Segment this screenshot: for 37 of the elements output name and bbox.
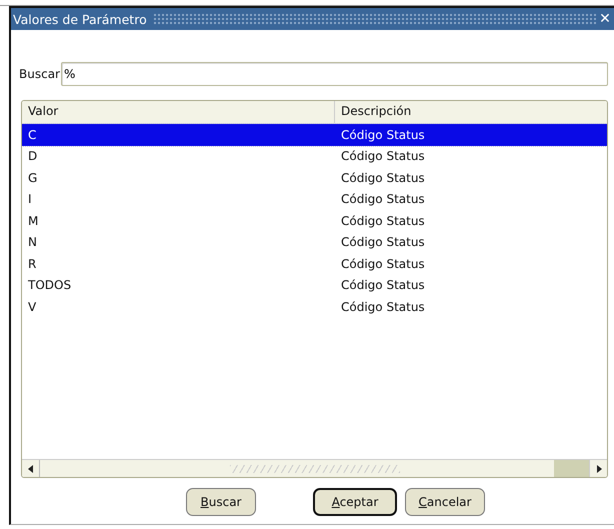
- table-cell-text: Código Status: [340, 235, 426, 250]
- list-row[interactable]: R Código Status: [22, 253, 607, 274]
- horizontal-scrollbar[interactable]: [22, 459, 607, 477]
- list-row[interactable]: V Código Status: [22, 296, 607, 318]
- table-cell-text: N: [27, 235, 38, 250]
- table-cell-text: M: [27, 214, 40, 228]
- search-label: Buscar: [19, 67, 61, 81]
- scroll-thumb[interactable]: [554, 460, 589, 477]
- table-cell-text: TODOS: [27, 278, 72, 292]
- table-cell-text: C: [27, 128, 38, 142]
- list-row[interactable]: D Código Status: [22, 146, 607, 167]
- dialog-button[interactable]: Buscar: [186, 488, 256, 516]
- table-cell-text: Código Status: [340, 278, 426, 292]
- table-cell-text: Código Status: [340, 128, 426, 142]
- table-cell-text: G: [27, 170, 38, 185]
- list-row[interactable]: N Código Status: [22, 232, 607, 253]
- table-cell-text: I: [27, 192, 33, 206]
- dialog-button[interactable]: Cancelar: [405, 488, 485, 516]
- close-button[interactable]: ✕: [596, 11, 614, 27]
- table-cell-text: Código Status: [340, 170, 426, 185]
- table-cell-text: Código Status: [340, 192, 426, 206]
- list-row[interactable]: C Código Status: [22, 124, 607, 146]
- list-row[interactable]: TODOS Código Status: [22, 274, 607, 296]
- dialog-button[interactable]: Aceptar: [313, 488, 397, 516]
- table-cell-text: R: [27, 256, 38, 271]
- table-cell-text: Código Status: [340, 149, 426, 164]
- table-cell-text: D: [27, 149, 38, 164]
- window-title: Valores de Parámetro: [13, 12, 148, 26]
- list-row[interactable]: G Código Status: [22, 167, 607, 188]
- table-cell-text: V: [27, 300, 38, 314]
- table-cell-text: Código Status: [340, 300, 426, 314]
- list-row[interactable]: I Código Status: [22, 188, 607, 210]
- table-cell-text: Código Status: [340, 256, 426, 271]
- table-cell-text: Código Status: [340, 214, 426, 228]
- search-field[interactable]: %: [60, 62, 608, 86]
- column-header[interactable]: Descripción: [335, 101, 607, 123]
- list-row[interactable]: M Código Status: [22, 210, 607, 232]
